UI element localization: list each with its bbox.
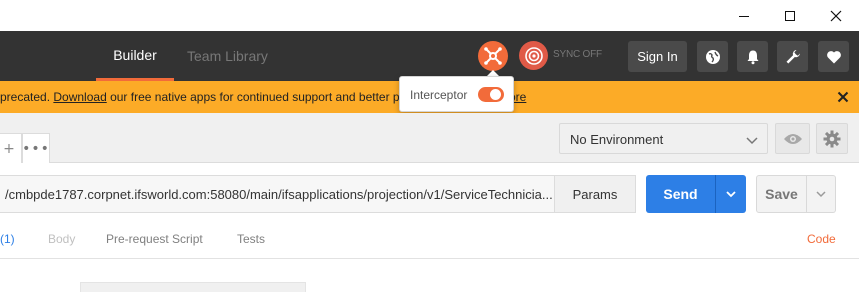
banner-close-icon[interactable] xyxy=(836,90,850,104)
close-icon xyxy=(830,10,842,21)
runner-globe-button[interactable] xyxy=(697,41,728,72)
heart-icon xyxy=(826,50,841,63)
chevron-down-icon xyxy=(816,191,826,198)
interceptor-popover: Interceptor xyxy=(399,76,514,112)
app-header: Builder Team Library SYNC OFF Sign In xyxy=(0,31,859,81)
tab-tests[interactable]: Tests xyxy=(237,232,265,246)
tab-pre-request-script[interactable]: Pre-request Script xyxy=(106,232,203,246)
save-options-button[interactable] xyxy=(807,175,836,213)
generate-code-link[interactable]: Code xyxy=(807,232,836,246)
interceptor-button[interactable] xyxy=(478,41,508,71)
banner-text-before: precated. xyxy=(0,90,54,104)
interceptor-label: Interceptor xyxy=(410,88,468,102)
chevron-down-icon xyxy=(746,137,758,145)
gear-icon xyxy=(823,130,841,147)
section-divider xyxy=(0,258,859,259)
globe-icon xyxy=(705,49,720,64)
environment-quick-look-button[interactable] xyxy=(775,123,810,154)
sync-icon xyxy=(524,46,543,65)
postman-window: Builder Team Library SYNC OFF Sign In pr… xyxy=(0,0,859,292)
minimize-icon xyxy=(739,15,749,17)
request-url-input[interactable]: /cmbpde1787.corpnet.ifsworld.com:58080/m… xyxy=(0,175,554,213)
window-titlebar xyxy=(0,0,859,31)
banner-message: precated. Download our free native apps … xyxy=(0,90,400,104)
toggle-knob xyxy=(490,89,501,100)
request-tabs-bar xyxy=(0,113,547,163)
sync-status-label: SYNC OFF xyxy=(553,49,602,60)
tab-body[interactable]: Body xyxy=(48,232,75,246)
download-link[interactable]: Download xyxy=(53,90,106,104)
tab-team-library[interactable]: Team Library xyxy=(187,31,268,81)
params-button[interactable]: Params xyxy=(554,175,636,213)
environment-select[interactable]: No Environment xyxy=(559,123,768,154)
window-maximize-button[interactable] xyxy=(767,0,813,31)
notifications-button[interactable] xyxy=(737,41,768,72)
sign-in-button[interactable]: Sign In xyxy=(628,41,687,72)
tab-headers-count[interactable]: (1) xyxy=(0,232,15,246)
add-tab-button[interactable]: + xyxy=(0,133,22,163)
bell-icon xyxy=(747,50,758,64)
favorite-heart-button[interactable] xyxy=(818,41,849,72)
eye-icon xyxy=(783,133,802,144)
request-editor-area xyxy=(80,282,306,292)
environment-selected-label: No Environment xyxy=(570,132,664,147)
save-button[interactable]: Save xyxy=(756,175,807,213)
sync-button[interactable] xyxy=(519,41,548,70)
more-tabs-button[interactable]: ••• xyxy=(22,133,50,163)
send-button[interactable]: Send xyxy=(646,175,715,213)
maximize-icon xyxy=(785,10,795,21)
interceptor-toggle[interactable] xyxy=(478,87,504,102)
manage-environments-button[interactable] xyxy=(816,123,848,154)
wrench-icon xyxy=(786,49,800,63)
chevron-down-icon xyxy=(726,191,736,198)
send-options-button[interactable] xyxy=(715,175,746,213)
window-minimize-button[interactable] xyxy=(721,0,767,31)
banner-text-after: our free native apps for continued suppo… xyxy=(106,90,400,104)
window-close-button[interactable] xyxy=(813,0,859,31)
interceptor-icon xyxy=(484,47,502,65)
settings-wrench-button[interactable] xyxy=(777,41,808,72)
tab-builder[interactable]: Builder xyxy=(96,31,174,81)
